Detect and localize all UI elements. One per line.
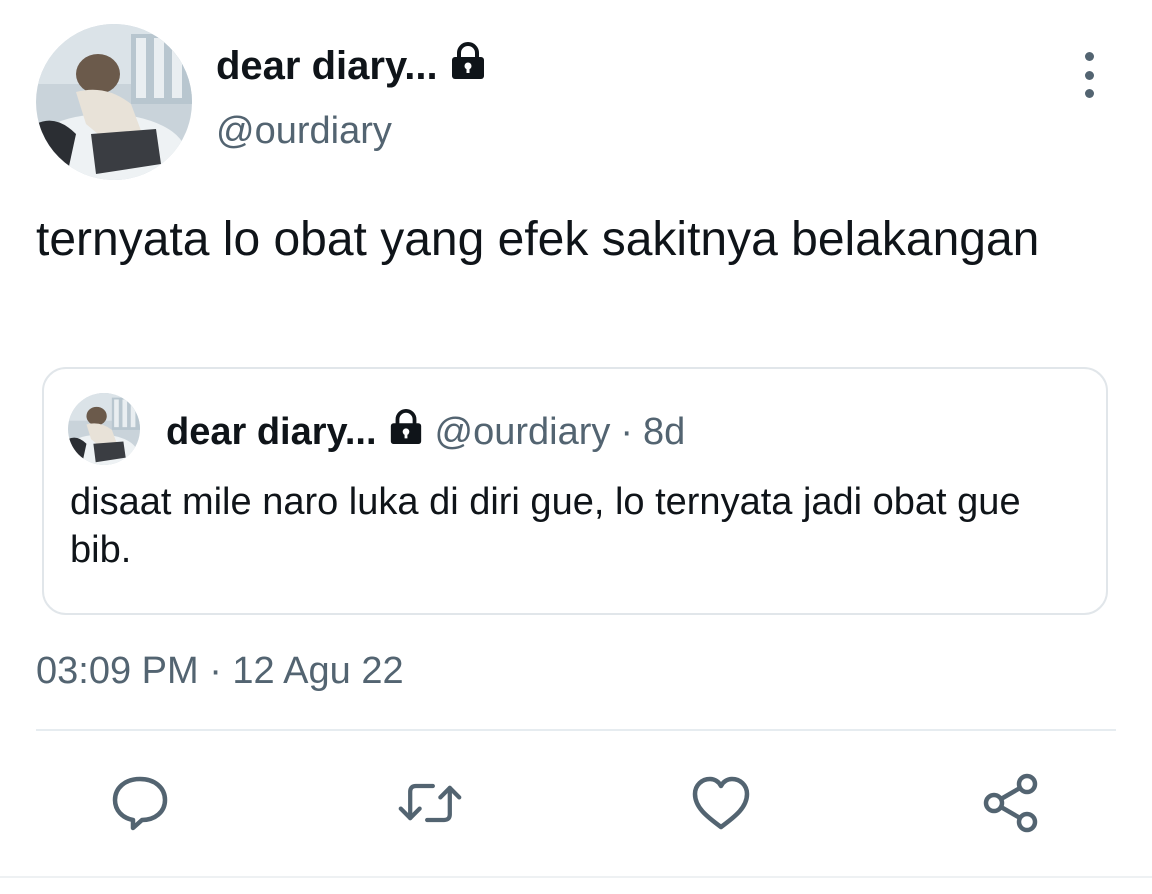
retweet-button[interactable] [397, 770, 463, 836]
author-handle[interactable]: @ourdiary [216, 110, 392, 153]
divider [36, 729, 1116, 731]
author-avatar[interactable] [36, 24, 192, 180]
quoted-separator: · [620, 410, 634, 453]
more-dot [1084, 70, 1094, 80]
quoted-display-name: dear diary... [166, 410, 377, 453]
retweet-icon [398, 783, 462, 823]
quoted-author-avatar [68, 393, 140, 465]
bottom-divider [0, 876, 1152, 878]
quoted-handle: @ourdiary [434, 410, 611, 453]
like-button[interactable] [688, 770, 754, 836]
author-display-name[interactable]: dear diary... [216, 42, 488, 90]
quoted-time: 8d [643, 410, 686, 453]
more-dot [1084, 89, 1094, 98]
share-button[interactable] [979, 770, 1045, 836]
share-icon [983, 773, 1038, 833]
tweet-text: ternyata lo obat yang efek sakitnya bela… [36, 213, 1040, 266]
avatar-photo [68, 393, 140, 465]
reply-icon [112, 776, 168, 831]
display-name-text: dear diary... [216, 43, 438, 88]
quoted-tweet-header: dear diary... @ourdiary · 8d [166, 409, 685, 455]
tweet-timestamp[interactable]: 03:09 PM · 12 Agu 22 [36, 650, 404, 693]
more-dot [1084, 52, 1094, 61]
more-options-icon[interactable] [1070, 52, 1108, 98]
avatar-photo [36, 24, 192, 180]
lock-icon [387, 409, 425, 455]
quoted-tweet-text: disaat mile naro luka di diri gue, lo te… [70, 481, 1021, 571]
lock-icon [448, 42, 488, 90]
heart-icon [692, 776, 750, 830]
reply-button[interactable] [107, 770, 173, 836]
